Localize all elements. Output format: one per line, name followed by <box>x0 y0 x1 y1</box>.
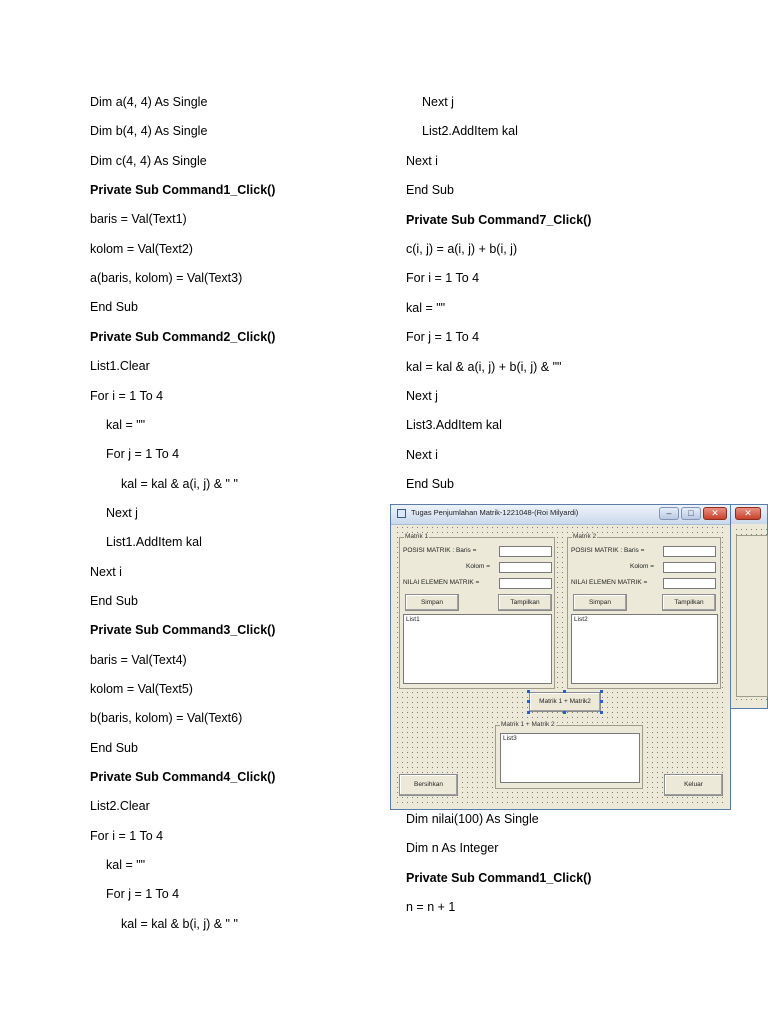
code-line: Dim a(4, 4) As Single <box>90 95 208 109</box>
result-list[interactable]: List3 <box>500 733 640 783</box>
code-line: Next i <box>406 154 438 168</box>
add-matrices-button[interactable]: Matrik 1 + Matrik2 <box>529 692 601 712</box>
code-line: List2.Clear <box>90 799 150 813</box>
code-line: kolom = Val(Text2) <box>90 242 193 256</box>
selection-handle <box>563 711 566 714</box>
code-line: Private Sub Command7_Click() <box>406 213 592 227</box>
code-line: For i = 1 To 4 <box>406 271 480 285</box>
code-line: For j = 1 To 4 <box>106 447 180 461</box>
code-line: Next i <box>406 448 438 462</box>
code-line: kal = kal & b(i, j) & " " <box>121 917 238 931</box>
matrix1-value-input[interactable] <box>499 578 552 589</box>
title-bar: Tugas Penjumlahan Matrik-1221048-(Roi Mi… <box>391 505 730 525</box>
matrix2-frame: Matrik 2 POSISI MATRIK : Baris = Kolom =… <box>567 533 721 689</box>
selection-handle <box>600 700 603 703</box>
vb-form-window: Tugas Penjumlahan Matrik-1221048-(Roi Mi… <box>390 504 731 810</box>
code-line: For i = 1 To 4 <box>90 829 164 843</box>
maximize-icon[interactable]: □ <box>681 507 701 520</box>
code-line: baris = Val(Text1) <box>90 212 187 226</box>
matrix1-frame: Matrik 1 POSISI MATRIK : Baris = Kolom =… <box>399 533 555 689</box>
background-close-icon[interactable]: ✕ <box>735 507 761 520</box>
matrix1-col-input[interactable] <box>499 562 552 573</box>
code-line: List1.AddItem kal <box>106 535 202 549</box>
code-line: Private Sub Command1_Click() <box>90 183 276 197</box>
code-line: Private Sub Command1_Click() <box>406 871 592 885</box>
code-line: For j = 1 To 4 <box>106 887 180 901</box>
matrix1-list-label: List1 <box>406 616 420 623</box>
code-line: a(baris, kolom) = Val(Text3) <box>90 271 243 285</box>
code-line: Next j <box>406 389 438 403</box>
matrix1-save-button[interactable]: Simpan <box>405 594 459 611</box>
selection-handle <box>600 690 603 693</box>
code-line: End Sub <box>90 300 138 314</box>
matrix2-list[interactable]: List2 <box>571 614 718 684</box>
result-frame-label: Matrik 1 + Matrik 2 <box>500 721 556 728</box>
window-title: Tugas Penjumlahan Matrik-1221048-(Roi Mi… <box>411 508 579 517</box>
code-line: Next j <box>106 506 138 520</box>
form-client-area: Matrik 1 POSISI MATRIK : Baris = Kolom =… <box>395 525 726 805</box>
result-frame: Matrik 1 + Matrik 2 List3 <box>495 721 643 789</box>
matrix2-col-label: Kolom = <box>630 563 655 570</box>
matrix1-value-label: NILAI ELEMEN MATRIK = <box>403 579 480 586</box>
code-line: End Sub <box>90 594 138 608</box>
matrix2-col-input[interactable] <box>663 562 716 573</box>
matrix2-row-label: POSISI MATRIK : Baris = <box>571 547 645 554</box>
code-line: kal = "" <box>106 858 146 872</box>
close-icon[interactable]: ✕ <box>703 507 727 520</box>
code-line: Next i <box>90 565 122 579</box>
selection-handle <box>527 690 530 693</box>
matrix2-value-label: NILAI ELEMEN MATRIK = <box>571 579 648 586</box>
code-line: List2.AddItem kal <box>422 124 518 138</box>
matrix2-row-input[interactable] <box>663 546 716 557</box>
code-line: Dim c(4, 4) As Single <box>90 154 207 168</box>
code-line: Private Sub Command3_Click() <box>90 623 276 637</box>
code-line: kal = "" <box>406 301 446 315</box>
code-line: c(i, j) = a(i, j) + b(i, j) <box>406 242 518 256</box>
code-line: End Sub <box>406 477 454 491</box>
background-window: ✕ <box>729 504 768 709</box>
result-list-label: List3 <box>503 735 517 742</box>
code-line: Next j <box>422 95 454 109</box>
code-line: n = n + 1 <box>406 900 456 914</box>
code-line: List1.Clear <box>90 359 150 373</box>
matrix1-list[interactable]: List1 <box>403 614 552 684</box>
minimize-icon[interactable]: – <box>659 507 679 520</box>
app-icon <box>397 509 406 518</box>
code-line: List3.AddItem kal <box>406 418 502 432</box>
code-line: baris = Val(Text4) <box>90 653 187 667</box>
code-line: Dim b(4, 4) As Single <box>90 124 208 138</box>
code-line: End Sub <box>406 183 454 197</box>
exit-button[interactable]: Keluar <box>664 774 723 796</box>
matrix2-frame-label: Matrik 2 <box>572 533 598 540</box>
code-line: For j = 1 To 4 <box>406 330 480 344</box>
matrix1-row-input[interactable] <box>499 546 552 557</box>
code-line: Dim nilai(100) As Single <box>406 812 539 826</box>
selection-handle <box>527 711 530 714</box>
code-line: kal = "" <box>106 418 146 432</box>
code-line: kal = kal & a(i, j) & " " <box>121 477 238 491</box>
code-line: Private Sub Command4_Click() <box>90 770 276 784</box>
matrix2-list-label: List2 <box>574 616 588 623</box>
code-line: b(baris, kolom) = Val(Text6) <box>90 711 243 725</box>
matrix2-value-input[interactable] <box>663 578 716 589</box>
selection-handle <box>563 690 566 693</box>
matrix2-save-button[interactable]: Simpan <box>573 594 627 611</box>
matrix2-show-button[interactable]: Tampilkan <box>662 594 716 611</box>
code-line: Dim n As Integer <box>406 841 499 855</box>
code-line: End Sub <box>90 741 138 755</box>
matrix1-row-label: POSISI MATRIK : Baris = <box>403 547 477 554</box>
code-line: For i = 1 To 4 <box>90 389 164 403</box>
matrix1-show-button[interactable]: Tampilkan <box>498 594 552 611</box>
selection-handle <box>527 700 530 703</box>
clear-button[interactable]: Bersihkan <box>399 774 458 796</box>
code-line: kolom = Val(Text5) <box>90 682 193 696</box>
code-line: Private Sub Command2_Click() <box>90 330 276 344</box>
code-line: kal = kal & a(i, j) + b(i, j) & "" <box>406 360 562 374</box>
matrix1-frame-label: Matrik 1 <box>404 533 430 540</box>
matrix1-col-label: Kolom = <box>466 563 491 570</box>
selection-handle <box>600 711 603 714</box>
